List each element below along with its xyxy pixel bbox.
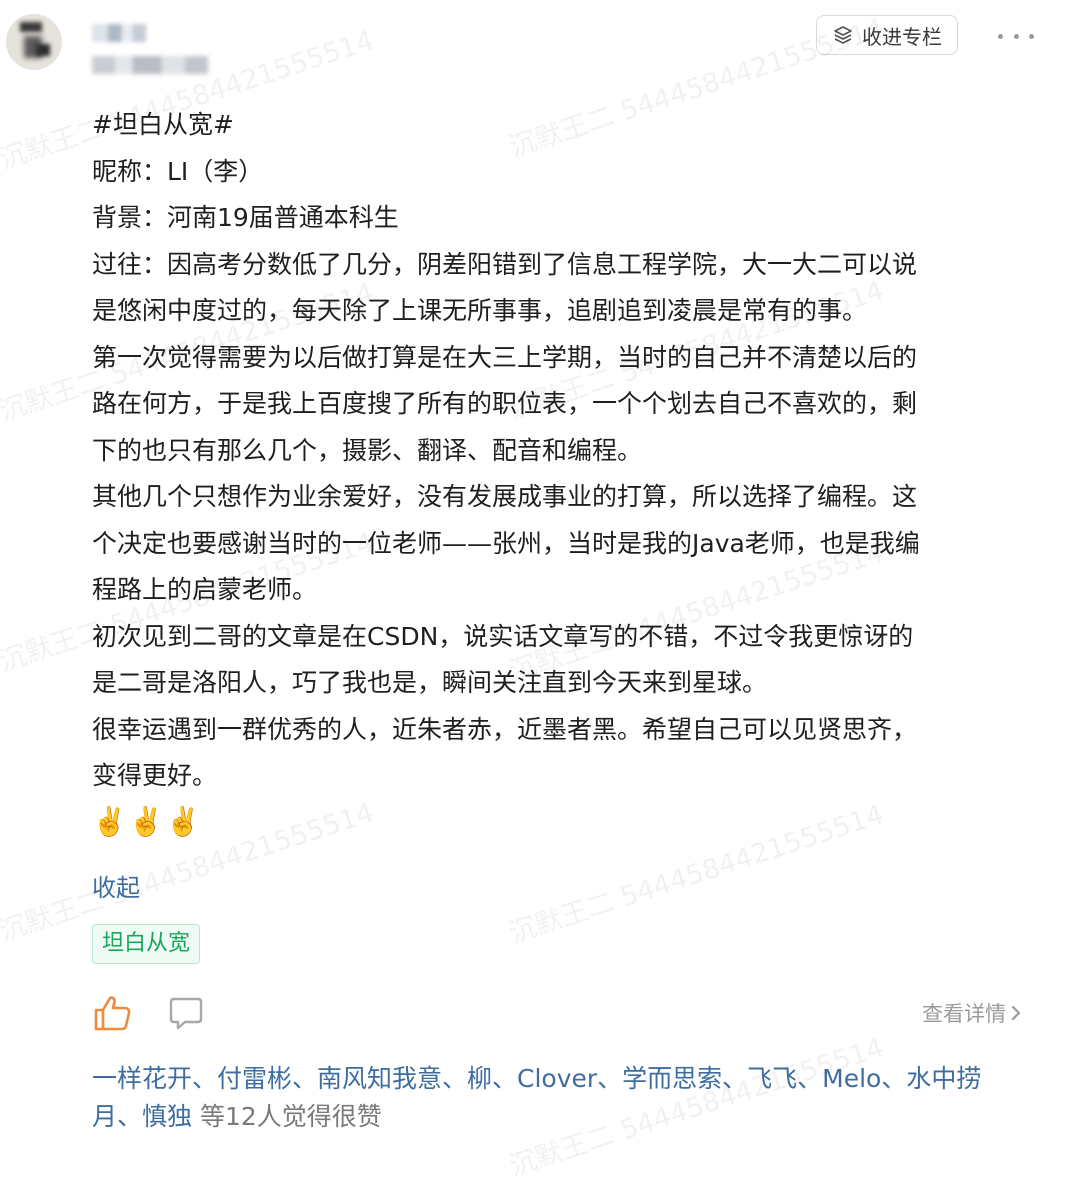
post-body: #坦白从宽# 昵称：LI（李） 背景：河南19届普通本科生 过往：因高考分数低了… bbox=[92, 102, 1022, 800]
view-details-link[interactable]: 查看详情 bbox=[922, 998, 1022, 1028]
post-line: 是二哥是洛阳人，巧了我也是，瞬间关注直到今天来到星球。 bbox=[92, 668, 768, 697]
collect-button-label: 收进专栏 bbox=[862, 24, 942, 49]
post-line: 是悠闲中度过的，每天除了上课无所事事，追剧追到凌晨是常有的事。 bbox=[92, 296, 868, 325]
post-line: 个决定也要感谢当时的一位老师——张州，当时是我的Java老师，也是我编 bbox=[92, 528, 920, 558]
victory-hand-emoji: ✌️✌️✌️ bbox=[92, 805, 203, 838]
post-line: 背景：河南19届普通本科生 bbox=[92, 203, 399, 232]
avatar[interactable] bbox=[6, 14, 62, 70]
post-line: #坦白从宽# bbox=[92, 110, 234, 139]
thumbs-up-icon[interactable] bbox=[92, 994, 132, 1032]
post-line: 昵称：LI（李） bbox=[92, 156, 264, 186]
post-line: 下的也只有那么几个，摄影、翻译、配音和编程。 bbox=[92, 435, 643, 465]
post-line: 过往：因高考分数低了几分，阴差阳错到了信息工程学院，大一大二可以说 bbox=[92, 249, 918, 279]
more-dots-icon[interactable] bbox=[998, 24, 1034, 48]
topic-tag[interactable]: 坦白从宽 bbox=[92, 924, 201, 964]
post-line: 变得更好。 bbox=[92, 761, 218, 790]
collapse-link[interactable]: 收起 bbox=[92, 868, 140, 903]
post-line: 初次见到二哥的文章是在CSDN，说实话文章写的不错，不过令我更惊讶的 bbox=[92, 621, 914, 651]
post-date-blurred bbox=[92, 56, 208, 74]
view-details-label: 查看详情 bbox=[922, 1002, 1006, 1026]
collect-to-column-button[interactable]: 收进专栏 bbox=[816, 15, 958, 55]
post-line: 第一次觉得需要为以后做打算是在大三上学期，当时的自己并不清楚以后的 bbox=[92, 342, 918, 372]
liked-by-list: 一样花开、付雷彬、南风知我意、柳、Clover、学而思索、飞飞、Melo、水中捞… bbox=[92, 1060, 1022, 1136]
post-line: 很幸运遇到一群优秀的人，近朱者赤，近墨者黑。希望自己可以见贤思齐， bbox=[92, 714, 918, 744]
post-line: 路在何方，于是我上百度搜了所有的职位表，一个个划去自己不喜欢的，剩 bbox=[92, 389, 918, 418]
likes-count-text: 等12人觉得很赞 bbox=[192, 1102, 382, 1131]
author-name-blurred[interactable] bbox=[92, 24, 146, 42]
watermark: 沉默王二 5444584421555514 bbox=[505, 799, 888, 950]
comment-icon[interactable] bbox=[168, 996, 204, 1032]
collect-icon bbox=[834, 26, 852, 44]
post-line: 程路上的启蒙老师。 bbox=[92, 575, 318, 604]
chevron-right-icon bbox=[1011, 1005, 1021, 1021]
post-line: 其他几个只想作为业余爱好，没有发展成事业的打算，所以选择了编程。这 bbox=[92, 482, 918, 511]
